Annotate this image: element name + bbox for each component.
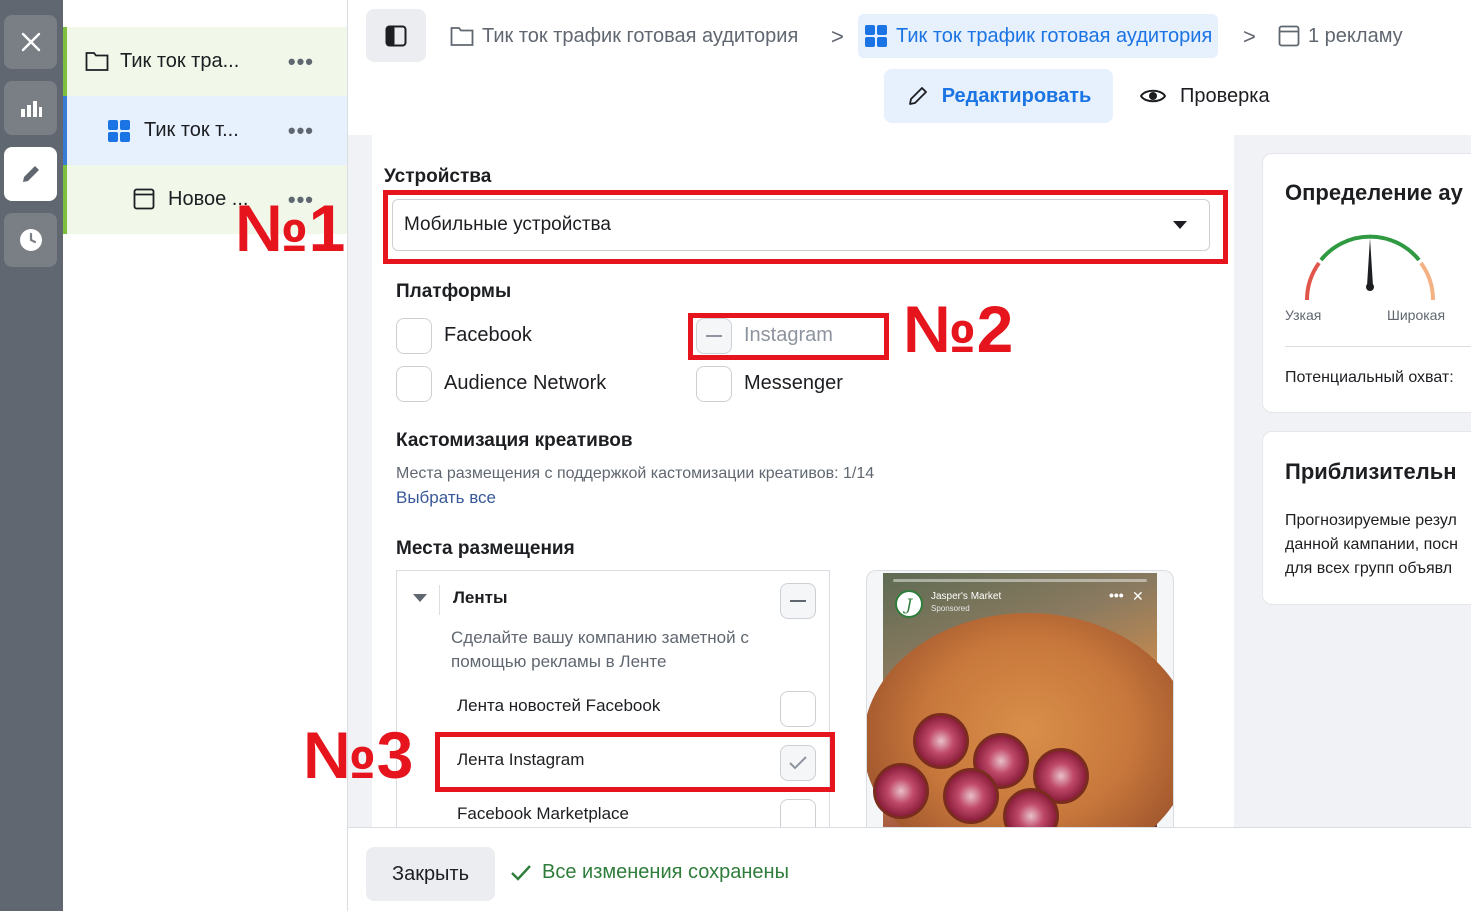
brand-avatar: J	[895, 590, 923, 618]
story-progress-bar	[893, 579, 1147, 582]
tree-item-label: Тик ток т...	[144, 119, 239, 141]
audience-network-checkbox[interactable]	[396, 366, 432, 402]
close-editor-button[interactable]	[4, 15, 57, 69]
platforms-label: Платформы	[396, 281, 512, 302]
tree-item-adset[interactable]: Тик ток т... •••	[63, 96, 347, 165]
customization-label: Кастомизация креативов	[396, 430, 633, 451]
more-options-icon: •••	[1109, 587, 1124, 603]
fig-slice	[873, 763, 929, 819]
breadcrumb-label: Тик ток трафик готовая аудитория	[896, 24, 1213, 47]
left-rail	[0, 0, 63, 911]
ad-window-icon	[1278, 25, 1300, 47]
chevron-right-icon: >	[1243, 24, 1256, 49]
audience-card-title: Определение ау	[1285, 180, 1463, 205]
eye-icon	[1140, 89, 1166, 103]
save-status-label: Все изменения сохранены	[542, 861, 789, 883]
gauge-wide-label: Широкая	[1387, 307, 1446, 323]
folder-icon	[85, 52, 109, 71]
audience-gauge	[1305, 234, 1435, 301]
ad-window-icon	[133, 188, 155, 210]
close-icon: ✕	[1132, 588, 1144, 604]
estimate-card-title: Приблизительн	[1285, 459, 1457, 484]
annotation-box-2	[688, 313, 889, 360]
bar-chart-icon	[20, 101, 42, 117]
chevron-right-icon: >	[831, 24, 844, 49]
brand-name: Jasper's Market	[931, 591, 1002, 602]
estimate-line: Прогнозируемые резул	[1285, 512, 1457, 529]
messenger-label: Messenger	[744, 372, 843, 394]
estimate-line: данной кампании, посн	[1285, 536, 1458, 553]
divider	[439, 585, 440, 615]
tree-item-campaign[interactable]: Тик ток тра... •••	[63, 27, 347, 96]
annotation-box-1	[383, 190, 1228, 264]
footer-bar: Закрыть Все изменения сохранены	[348, 827, 1471, 911]
audience-network-label: Audience Network	[444, 372, 607, 394]
estimated-results-card: Приблизительн Прогнозируемые резул данно…	[1262, 431, 1471, 605]
ad-preview-phone: J Jasper's Market Sponsored ••• ✕	[866, 570, 1174, 827]
feeds-group-desc: Сделайте вашу компанию заметной с помощь…	[451, 628, 749, 671]
placement-marketplace-label: Facebook Marketplace	[457, 804, 629, 823]
grid-icon	[865, 25, 887, 47]
grid-icon	[108, 120, 130, 142]
facebook-label: Facebook	[444, 324, 532, 346]
customization-desc: Места размещения с поддержкой кастомизац…	[396, 465, 875, 482]
facebook-checkbox[interactable]	[396, 318, 432, 354]
history-button[interactable]	[4, 213, 57, 267]
sponsored-label: Sponsored	[931, 604, 970, 613]
pencil-icon	[908, 87, 927, 105]
status-bar	[63, 27, 67, 96]
breadcrumb-campaign[interactable]: Тик ток трафик готовая аудитория	[450, 14, 798, 58]
edit-mode-button[interactable]	[4, 147, 57, 201]
close-button[interactable]: Закрыть	[366, 847, 495, 901]
top-bar: Тик ток трафик готовая аудитория > Тик т…	[348, 0, 1471, 135]
feeds-group-checkbox[interactable]	[780, 583, 816, 619]
save-status: Все изменения сохранены	[510, 861, 789, 884]
placement-facebook-feed-label: Лента новостей Facebook	[457, 696, 661, 715]
close-icon	[21, 32, 40, 52]
divider	[1285, 346, 1471, 347]
status-bar	[63, 96, 67, 165]
facebook-feed-checkbox[interactable]	[780, 691, 816, 727]
ads-manager-editor: Тик ток тра... ••• Тик ток т... ••• Ново…	[0, 0, 1471, 911]
estimate-line: для всех групп объявл	[1285, 560, 1453, 577]
annotation-label-2: №2	[903, 292, 1014, 366]
toggle-panel-button[interactable]	[366, 9, 426, 62]
clock-icon	[19, 229, 42, 251]
caret-down-icon[interactable]	[413, 594, 427, 602]
breadcrumb-adset[interactable]: Тик ток трафик готовая аудитория	[858, 14, 1219, 58]
breadcrumb-ad[interactable]: 1 рекламу	[1278, 14, 1403, 58]
tree-item-label: Тик ток тра...	[120, 50, 240, 72]
messenger-checkbox[interactable]	[696, 366, 732, 402]
minus-icon	[790, 600, 806, 602]
gauge-narrow-label: Узкая	[1285, 307, 1322, 323]
folder-icon	[450, 27, 474, 46]
fig-slice	[943, 768, 999, 824]
marketplace-checkbox[interactable]	[780, 799, 816, 827]
ad-preview-image: J Jasper's Market Sponsored ••• ✕	[867, 573, 1173, 827]
review-mode-label: Проверка	[1180, 84, 1270, 107]
select-all-link[interactable]: Выбрать все	[396, 488, 496, 508]
edit-mode-tab[interactable]: Редактировать	[884, 69, 1113, 123]
edit-mode-label: Редактировать	[941, 84, 1092, 107]
breadcrumb-label: Тик ток трафик готовая аудитория	[482, 24, 799, 47]
potential-reach-label: Потенциальный охват:	[1285, 369, 1454, 386]
checkmark-icon	[511, 864, 531, 881]
status-bar	[63, 165, 67, 234]
sidebar-panel-icon	[385, 25, 407, 46]
more-options-icon[interactable]: •••	[288, 49, 314, 75]
placements-label: Места размещения	[396, 538, 575, 559]
fig-slice	[913, 713, 969, 769]
devices-label: Устройства	[384, 166, 492, 187]
annotation-label-3: №3	[303, 718, 414, 792]
annotation-label-1: №1	[235, 191, 346, 265]
reports-button[interactable]	[4, 81, 57, 135]
more-options-icon[interactable]: •••	[288, 118, 314, 144]
pencil-icon	[22, 166, 39, 182]
feeds-group-title: Ленты	[453, 588, 508, 607]
audience-definition-card: Определение ау Узкая Широкая Потенциальн…	[1262, 153, 1471, 413]
annotation-box-3	[435, 732, 835, 792]
review-mode-tab[interactable]: Проверка	[1140, 69, 1270, 123]
breadcrumb-label: 1 рекламу	[1308, 24, 1403, 47]
